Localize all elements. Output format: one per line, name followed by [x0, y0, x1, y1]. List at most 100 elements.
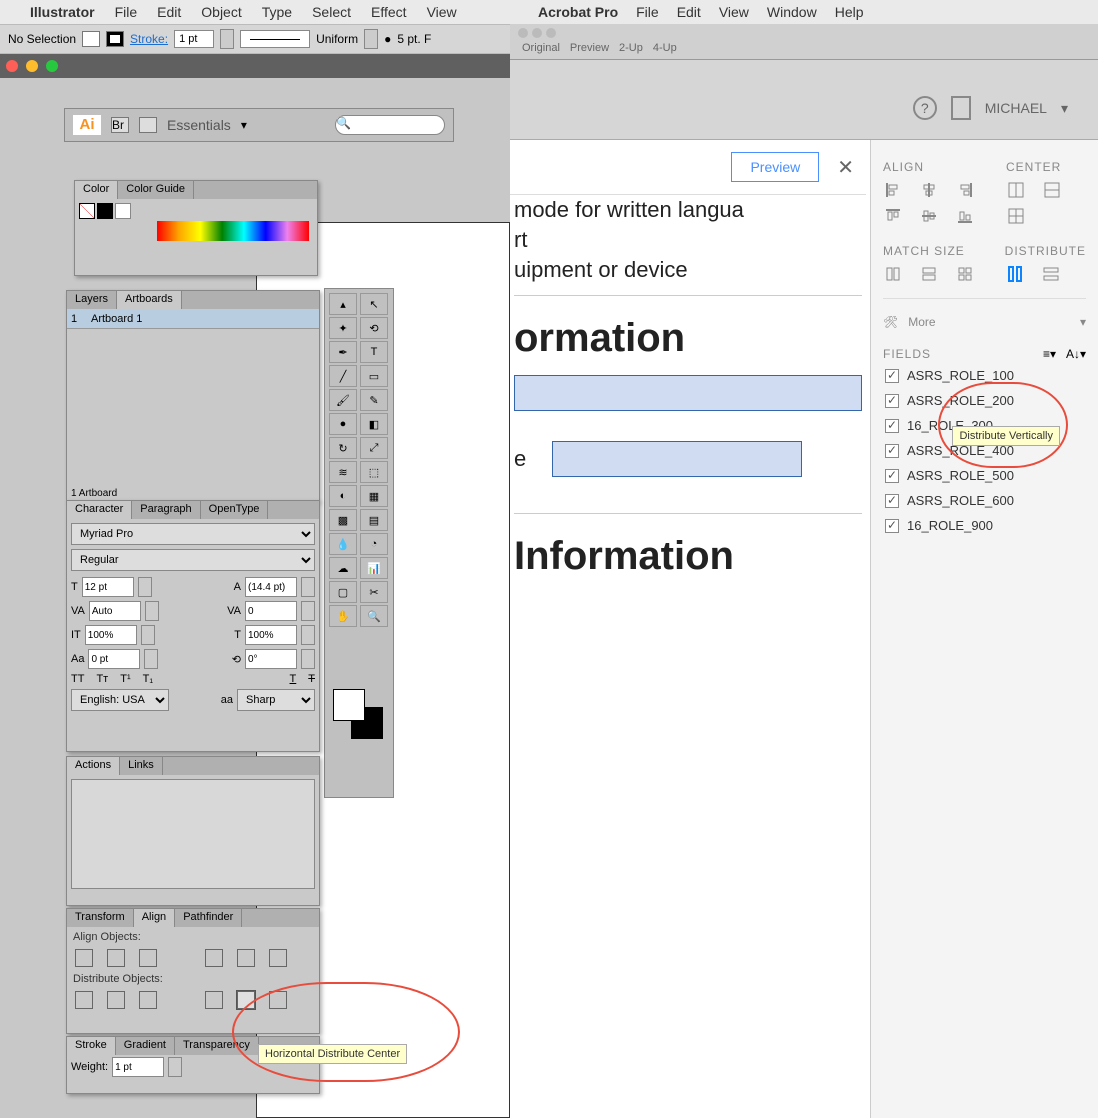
close-button[interactable]	[6, 60, 18, 72]
vdist-center-icon[interactable]	[107, 991, 125, 1009]
form-field-1[interactable]	[514, 375, 862, 411]
fill-stroke-swatches[interactable]	[333, 689, 383, 739]
chevron-down-icon[interactable]: ▾	[1061, 100, 1068, 117]
checkbox-icon[interactable]	[885, 519, 899, 533]
scale-tool[interactable]: ⤢	[360, 437, 388, 459]
distribute-vertical-icon[interactable]	[1005, 264, 1025, 284]
checkbox-icon[interactable]	[885, 419, 899, 433]
center-h-icon[interactable]	[1006, 180, 1026, 200]
pen-tool[interactable]: ✒	[329, 341, 357, 363]
white-swatch-icon[interactable]	[115, 203, 131, 219]
rotate-tool[interactable]: ↻	[329, 437, 357, 459]
more-row[interactable]: 🛠 More ▾	[883, 298, 1086, 337]
tab-opentype[interactable]: OpenType	[201, 501, 269, 519]
bl-dd[interactable]	[144, 649, 158, 669]
baseline-input[interactable]	[88, 649, 140, 669]
hdist-center-icon[interactable]	[237, 991, 255, 1009]
hand-tool[interactable]: ✋	[329, 605, 357, 627]
tab-stroke[interactable]: Stroke	[67, 1037, 116, 1055]
checkbox-icon[interactable]	[885, 469, 899, 483]
eraser-tool[interactable]: ◧	[360, 413, 388, 435]
weight-dd[interactable]	[168, 1057, 182, 1077]
rot-dd[interactable]	[301, 649, 315, 669]
compare-tab-2up[interactable]: 2-Up	[619, 42, 643, 54]
stroke-swatch[interactable]	[106, 31, 124, 47]
search-input[interactable]: 🔍	[335, 115, 445, 135]
tab-actions[interactable]: Actions	[67, 757, 120, 775]
line-tool[interactable]: ╱	[329, 365, 357, 387]
strikethrough-icon[interactable]: T	[308, 673, 315, 685]
vs-dd[interactable]	[141, 625, 155, 645]
menu-type[interactable]: Type	[262, 4, 292, 20]
checkbox-icon[interactable]	[885, 369, 899, 383]
field-item[interactable]: ASRS_ROLE_100	[883, 363, 1086, 388]
bridge-icon[interactable]: Br	[111, 117, 129, 133]
document-view[interactable]: Preview ✕ mode for written langua rt uip…	[510, 140, 870, 1118]
size-dd[interactable]	[138, 577, 152, 597]
superscript-icon[interactable]: T¹	[120, 673, 130, 685]
tab-dot-3[interactable]	[546, 28, 556, 38]
tab-align[interactable]: Align	[134, 909, 175, 927]
blend-tool[interactable]: ◔	[360, 533, 388, 555]
menu-window[interactable]: Window	[767, 4, 817, 20]
sort-az-icon[interactable]: A↓▾	[1066, 347, 1086, 361]
menu-object[interactable]: Object	[201, 4, 241, 20]
menu-select[interactable]: Select	[312, 4, 351, 20]
language-select[interactable]: English: USA	[71, 689, 169, 711]
tab-pathfinder[interactable]: Pathfinder	[175, 909, 242, 927]
arrange-icon[interactable]	[139, 117, 157, 133]
color-spectrum[interactable]	[157, 221, 309, 241]
distribute-horizontal-icon[interactable]	[1041, 264, 1061, 284]
tab-color[interactable]: Color	[75, 181, 118, 199]
tab-dot-2[interactable]	[532, 28, 542, 38]
fill-swatch[interactable]	[82, 31, 100, 47]
leading-input[interactable]	[245, 577, 297, 597]
vdist-top-icon[interactable]	[75, 991, 93, 1009]
eyedropper-tool[interactable]: 💧	[329, 533, 357, 555]
type-tool[interactable]: T	[360, 341, 388, 363]
vdist-bottom-icon[interactable]	[139, 991, 157, 1009]
minimize-button[interactable]	[26, 60, 38, 72]
menu-file[interactable]: File	[115, 4, 138, 20]
close-icon[interactable]: ✕	[837, 155, 854, 180]
align-bottom-icon[interactable]	[955, 206, 975, 226]
blob-brush-tool[interactable]: ●	[329, 413, 357, 435]
artboard-row[interactable]: 1 Artboard 1	[67, 309, 319, 329]
underline-icon[interactable]: T	[290, 673, 297, 685]
align-right-icon[interactable]	[955, 180, 975, 200]
font-family-select[interactable]: Myriad Pro	[71, 523, 315, 545]
perspective-tool[interactable]: ▦	[360, 485, 388, 507]
slice-tool[interactable]: ✂	[360, 581, 388, 603]
menu-file[interactable]: File	[636, 4, 659, 20]
tab-transform[interactable]: Transform	[67, 909, 134, 927]
menu-view[interactable]: View	[719, 4, 749, 20]
hdist-left-icon[interactable]	[205, 991, 223, 1009]
align-vcenter-icon[interactable]	[919, 206, 939, 226]
weight-input[interactable]	[112, 1057, 164, 1077]
tab-layers[interactable]: Layers	[67, 291, 117, 309]
layers-panel[interactable]: Layers Artboards 1 Artboard 1 1 Artboard	[66, 290, 320, 502]
hdist-right-icon[interactable]	[269, 991, 287, 1009]
align-top-icon[interactable]	[883, 206, 903, 226]
track-dd[interactable]	[301, 601, 315, 621]
color-panel[interactable]: Color Color Guide	[74, 180, 318, 276]
subscript-icon[interactable]: T₁	[143, 673, 153, 685]
compare-tab-preview[interactable]: Preview	[570, 42, 609, 54]
compare-tab-4up[interactable]: 4-Up	[653, 42, 677, 54]
align-right-icon[interactable]	[139, 949, 157, 967]
preview-button[interactable]: Preview	[731, 152, 819, 182]
width-tool[interactable]: ≋	[329, 461, 357, 483]
vscale-input[interactable]	[85, 625, 137, 645]
center-both-icon[interactable]	[1006, 206, 1026, 226]
align-vcenter-icon[interactable]	[237, 949, 255, 967]
match-both-icon[interactable]	[955, 264, 975, 284]
stroke-label[interactable]: Stroke:	[130, 32, 168, 46]
menu-view[interactable]: View	[427, 4, 457, 20]
antialias-select[interactable]: Sharp	[237, 689, 315, 711]
direct-select-tool[interactable]: ↖	[360, 293, 388, 315]
chevron-down-icon[interactable]: ▾	[241, 118, 247, 132]
tab-transparency[interactable]: Transparency	[175, 1037, 259, 1055]
kerning-input[interactable]	[89, 601, 141, 621]
user-name[interactable]: MICHAEL	[985, 100, 1047, 116]
workspace-name[interactable]: Essentials	[167, 117, 231, 133]
